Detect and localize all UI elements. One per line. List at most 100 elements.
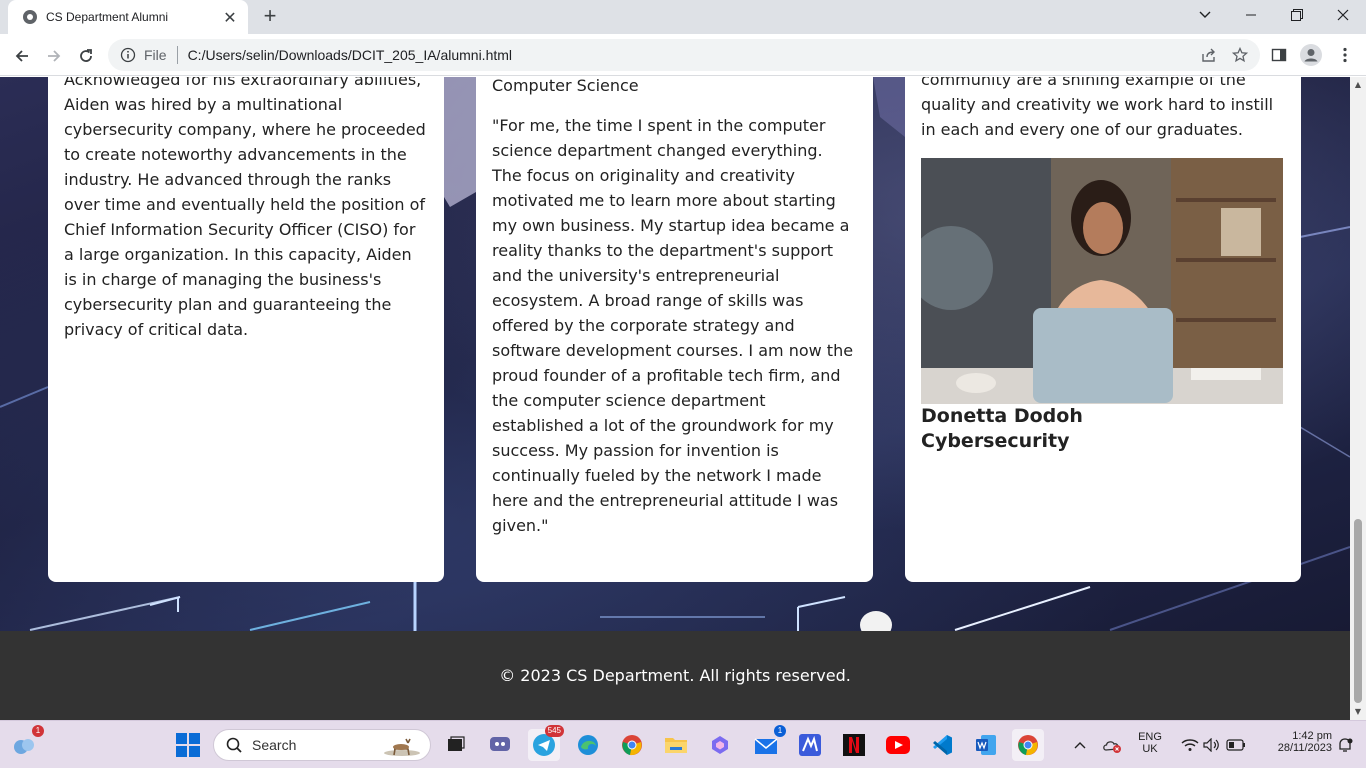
side-panel-button[interactable] — [1268, 44, 1290, 66]
chevron-down-icon — [1199, 11, 1211, 18]
clock-date: 28/11/2023 — [1277, 742, 1332, 754]
chrome-icon — [622, 735, 642, 756]
copilot-app[interactable] — [704, 729, 736, 761]
clock[interactable]: 1:42 pm 28/11/2023 — [1252, 730, 1332, 754]
info-icon[interactable] — [120, 47, 136, 63]
battery-status[interactable] — [1220, 729, 1252, 761]
tray-app-status[interactable] — [1096, 729, 1128, 761]
file-label: File — [144, 47, 167, 63]
scroll-up-arrow[interactable]: ▲ — [1354, 81, 1362, 89]
chevron-up-icon — [1074, 742, 1086, 749]
youtube-icon — [886, 736, 910, 754]
globe-icon — [23, 10, 37, 24]
arrow-left-icon — [15, 50, 28, 62]
close-tab-icon[interactable]: ✕ — [222, 8, 238, 27]
vscode-insiders-app[interactable] — [794, 729, 826, 761]
mail-icon — [754, 738, 778, 754]
search-placeholder: Search — [252, 737, 297, 753]
reload-button[interactable] — [72, 42, 100, 70]
start-button[interactable] — [172, 729, 204, 761]
menu-button[interactable] — [1334, 44, 1356, 66]
weather-widget-icon — [14, 739, 34, 754]
deer-search-highlight-icon — [384, 738, 420, 756]
kebab-menu-icon — [1343, 47, 1347, 63]
page-scrollbar[interactable]: ▲ ▼ — [1350, 77, 1366, 720]
scrollbar-thumb[interactable] — [1354, 519, 1362, 703]
forward-button[interactable] — [40, 42, 68, 70]
share-icon — [1202, 48, 1215, 62]
youtube-app[interactable] — [882, 729, 914, 761]
scroll-down-arrow[interactable]: ▼ — [1354, 708, 1362, 716]
notifications-button[interactable] — [1332, 729, 1358, 761]
clock-time: 1:42 pm — [1292, 730, 1332, 742]
word-app[interactable] — [970, 729, 1002, 761]
side-panel-icon — [1271, 48, 1287, 62]
bookmark-button[interactable] — [1229, 44, 1251, 66]
windows-logo-icon — [176, 733, 200, 757]
cloud-error-icon — [1103, 741, 1121, 753]
notification-bell-icon — [1339, 738, 1353, 752]
alumni-card-entrepreneur: Computer Science "For me, the time I spe… — [476, 77, 873, 582]
keyboard-layout: UK — [1142, 743, 1158, 755]
back-button[interactable] — [8, 42, 36, 70]
search-icon — [226, 737, 242, 753]
new-tab-button[interactable]: + — [258, 5, 282, 29]
telegram-app[interactable]: 545 — [528, 725, 564, 761]
tab-cs-department-alumni[interactable]: CS Department Alumni ✕ — [8, 0, 248, 34]
notification-badge: 1 — [32, 725, 44, 737]
speaker-icon — [1203, 738, 1219, 752]
word-icon — [976, 735, 996, 755]
vscode-icon — [933, 735, 952, 755]
mail-unread-badge: 1 — [774, 725, 786, 737]
widgets-button[interactable]: 1 — [8, 725, 44, 761]
url-text[interactable]: C:/Users/selin/Downloads/DCIT_205_IA/alu… — [188, 47, 512, 63]
netflix-app[interactable] — [838, 729, 870, 761]
taskbar-search[interactable]: Search — [213, 729, 431, 761]
folder-icon — [665, 738, 687, 753]
tab-title: CS Department Alumni — [46, 10, 169, 24]
chat-icon — [490, 737, 510, 751]
show-hidden-icons-button[interactable] — [1064, 729, 1096, 761]
copilot-icon — [712, 736, 728, 754]
input-language[interactable]: ENG UK — [1134, 731, 1166, 755]
address-bar[interactable]: File C:/Users/selin/Downloads/DCIT_205_I… — [108, 39, 1260, 71]
edge-app[interactable] — [572, 729, 604, 761]
reload-icon — [80, 49, 92, 62]
arrow-right-icon — [48, 50, 61, 62]
alumni-card-aiden: Acknowledged for his extraordinary abili… — [48, 77, 444, 582]
teams-chat-button[interactable] — [484, 729, 516, 761]
star-icon — [1232, 47, 1248, 63]
alumni-story-text: community are a shining example of the q… — [921, 77, 1274, 139]
avatar-icon — [1300, 44, 1322, 66]
browser-toolbar: File C:/Users/selin/Downloads/DCIT_205_I… — [0, 34, 1366, 76]
minimize-icon — [1246, 14, 1256, 16]
battery-icon — [1226, 739, 1245, 751]
share-button[interactable] — [1198, 44, 1220, 66]
language-code: ENG — [1138, 731, 1162, 743]
copyright-text: © 2023 CS Department. All rights reserve… — [499, 666, 851, 685]
alumni-testimonial: "For me, the time I spent in the compute… — [492, 116, 854, 535]
alumni-field: Computer Science — [492, 77, 639, 95]
mail-app[interactable]: 1 — [750, 725, 786, 761]
chrome-icon — [1018, 735, 1038, 756]
alumni-story-text: Acknowledged for his extraordinary abili… — [64, 77, 426, 339]
m-app-icon — [799, 734, 821, 756]
task-view-icon — [448, 736, 465, 751]
minimize-button[interactable] — [1228, 0, 1274, 30]
close-window-button[interactable] — [1320, 0, 1366, 30]
alumni-photo — [921, 158, 1283, 404]
netflix-icon — [843, 734, 865, 756]
chrome-active-app[interactable] — [1012, 729, 1044, 761]
page-viewport: Acknowledged for his extraordinary abili… — [0, 77, 1350, 720]
chrome-app[interactable] — [616, 729, 648, 761]
vscode-app[interactable] — [926, 729, 958, 761]
telegram-unread-badge: 545 — [544, 725, 564, 737]
tab-search-button[interactable] — [1182, 0, 1228, 30]
alumni-name: Donetta Dodoh — [921, 405, 1083, 427]
restore-icon — [1291, 9, 1303, 21]
task-view-button[interactable] — [440, 729, 472, 761]
profile-button[interactable] — [1300, 44, 1322, 66]
restore-button[interactable] — [1274, 0, 1320, 30]
telegram-icon — [533, 734, 555, 756]
file-explorer-app[interactable] — [660, 729, 692, 761]
